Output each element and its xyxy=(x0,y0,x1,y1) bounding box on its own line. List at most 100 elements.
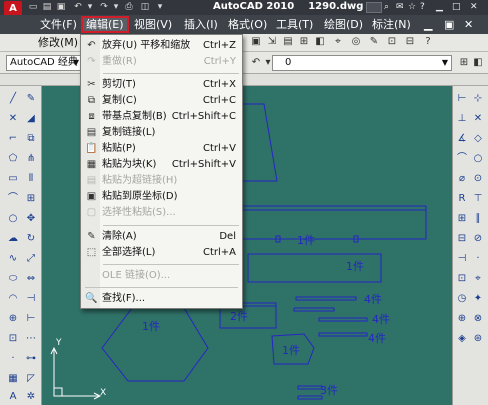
menu-file[interactable]: 文件(F) xyxy=(40,17,77,32)
dimension-icon[interactable]: ⌒ xyxy=(455,152,469,166)
toolbar-icon[interactable]: ▤ xyxy=(282,36,294,48)
menu-item-copy-link[interactable]: ▤ 复制链接(L) xyxy=(81,125,242,141)
redo-dropdown-icon[interactable]: ▾ xyxy=(112,1,120,13)
communication-icon[interactable]: ✉ xyxy=(396,1,404,13)
ellipse-arc-icon[interactable]: ◠ xyxy=(6,292,20,306)
menu-edit[interactable]: 编辑(E) xyxy=(81,16,129,33)
explode-icon[interactable]: ✲ xyxy=(24,390,38,404)
layer-states-icon[interactable]: ⊞ xyxy=(458,57,470,69)
undo-dropdown-icon[interactable]: ▾ xyxy=(86,1,94,13)
menu-item-copy-with-base-point[interactable]: ⧈ 带基点复制(B) Ctrl+Shift+C xyxy=(81,109,242,125)
menu-item-paste-as-hyperlink[interactable]: ▤ 粘贴为超链接(H) xyxy=(81,173,242,189)
menu-item-clear[interactable]: ✎ 清除(A) Del xyxy=(81,229,242,245)
menu-item-paste-as-block[interactable]: ▦ 粘贴为块(K) Ctrl+Shift+V xyxy=(81,157,242,173)
plot-icon[interactable]: ◫ xyxy=(140,1,150,13)
snap-icon[interactable]: · xyxy=(471,252,485,266)
print-icon[interactable]: ⎙ xyxy=(124,1,134,13)
menu-item-cut[interactable]: ✂ 剪切(T) Ctrl+X xyxy=(81,77,242,93)
break-icon[interactable]: ⋯ xyxy=(24,332,38,346)
menu-restore-icon[interactable]: ▣ xyxy=(444,17,454,32)
toolbar-icon[interactable]: ◎ xyxy=(350,36,362,48)
snap-icon[interactable]: ⊙ xyxy=(471,172,485,186)
revision-cloud-icon[interactable]: ☁ xyxy=(6,232,20,246)
toolbar-icon[interactable]: ⊞ xyxy=(298,36,310,48)
dimension-icon[interactable]: ∡ xyxy=(455,132,469,146)
help-icon[interactable]: ? xyxy=(420,1,425,13)
menu-item-find[interactable]: 🔍 查找(F)... xyxy=(81,291,242,307)
erase-icon[interactable]: ◢ xyxy=(24,112,38,126)
make-block-icon[interactable]: ⊡ xyxy=(6,332,20,346)
toolbar-icon[interactable]: ⊡ xyxy=(386,36,398,48)
layer-select[interactable]: 0 ▼ xyxy=(272,55,452,71)
hatch-icon[interactable]: ▦ xyxy=(6,372,20,386)
menu-format[interactable]: 格式(O) xyxy=(228,17,267,32)
toolbar-icon[interactable]: ⇲ xyxy=(266,36,278,48)
toolbar-icon[interactable]: ▣ xyxy=(250,36,262,48)
snap-icon[interactable]: ○ xyxy=(471,152,485,166)
menu-modify[interactable]: 修改(M) xyxy=(38,36,78,50)
dimension-icon[interactable]: ◷ xyxy=(455,292,469,306)
dimension-icon[interactable]: ⊟ xyxy=(455,232,469,246)
layer-previous-icon[interactable]: ◧ xyxy=(472,57,484,69)
menu-close-icon[interactable]: ✕ xyxy=(464,17,474,32)
maximize-icon[interactable]: □ xyxy=(452,1,461,13)
snap-icon[interactable]: ✕ xyxy=(471,112,485,126)
rotate-icon[interactable]: ↻ xyxy=(24,232,38,246)
redo-icon[interactable]: ↷ xyxy=(98,1,110,13)
close-icon[interactable]: ✕ xyxy=(470,1,478,13)
arc-icon[interactable]: ⌒ xyxy=(6,192,20,206)
undo-icon[interactable]: ↶ xyxy=(72,1,84,13)
chamfer-icon[interactable]: ◸ xyxy=(24,372,38,386)
snap-icon[interactable]: ⊹ xyxy=(471,92,485,106)
undo-icon[interactable]: ↶ xyxy=(250,57,262,69)
customize-quick-access-icon[interactable]: ▾ xyxy=(156,1,164,13)
menu-item-copy[interactable]: ⧉ 复制(C) Ctrl+C xyxy=(81,93,242,109)
ellipse-icon[interactable]: ⬭ xyxy=(6,272,20,286)
scale-icon[interactable]: ⤢ xyxy=(24,252,38,266)
insert-block-icon[interactable]: ⊕ xyxy=(6,312,20,326)
dimension-icon[interactable]: ⊥ xyxy=(455,112,469,126)
menu-minimize-icon[interactable]: ▁ xyxy=(424,17,434,32)
mirror-icon[interactable]: ⋔ xyxy=(24,152,38,166)
toolbar-icon[interactable]: ◧ xyxy=(314,36,326,48)
polyline-icon[interactable]: ⌐ xyxy=(6,132,20,146)
offset-icon[interactable]: ⫴ xyxy=(24,172,38,186)
menu-item-redo[interactable]: ↷ 重做(R) Ctrl+Y xyxy=(81,54,242,70)
minimize-icon[interactable]: ▁ xyxy=(436,1,443,13)
rectangle-icon[interactable]: ▭ xyxy=(6,172,20,186)
polygon-icon[interactable]: ⬠ xyxy=(6,152,20,166)
point-icon[interactable]: · xyxy=(6,352,20,366)
snap-icon[interactable]: ⊤ xyxy=(471,192,485,206)
search-icon[interactable]: ⌕ xyxy=(384,1,389,13)
toolbar-icon[interactable]: ⌖ xyxy=(332,36,344,48)
star-icon[interactable]: ☆ xyxy=(408,1,416,13)
toolbar-icon[interactable]: ⊟ xyxy=(404,36,416,48)
extend-icon[interactable]: ⊢ xyxy=(24,312,38,326)
toolbar-icon[interactable]: ? xyxy=(422,36,434,48)
spline-icon[interactable]: ∿ xyxy=(6,252,20,266)
menu-item-paste-to-original[interactable]: ▣ 粘贴到原坐标(D) xyxy=(81,189,242,205)
snap-icon[interactable]: ✦ xyxy=(471,292,485,306)
text-icon[interactable]: A xyxy=(6,390,20,404)
pencil-icon[interactable]: ✎ xyxy=(24,92,38,106)
dimension-icon[interactable]: ⌀ xyxy=(455,172,469,186)
snap-icon[interactable]: ⊘ xyxy=(471,232,485,246)
toolbar-icon[interactable]: ✎ xyxy=(368,36,380,48)
menu-view[interactable]: 视图(V) xyxy=(134,17,172,32)
menu-item-undo[interactable]: ↶ 放弃(U) 平移和缩放 Ctrl+Z xyxy=(81,38,242,54)
menu-item-select-all[interactable]: ⬚ 全部选择(L) Ctrl+A xyxy=(81,245,242,261)
menu-item-paste-special[interactable]: ▢ 选择性粘贴(S)... xyxy=(81,205,242,221)
search-box[interactable] xyxy=(366,2,382,13)
array-icon[interactable]: ⊞ xyxy=(24,192,38,206)
dimension-icon[interactable]: ⊣ xyxy=(455,252,469,266)
line-icon[interactable]: ╱ xyxy=(6,92,20,106)
open-file-icon[interactable]: ▤ xyxy=(42,1,52,13)
dimension-icon[interactable]: R xyxy=(455,192,469,206)
snap-icon[interactable]: ◇ xyxy=(471,132,485,146)
menu-insert[interactable]: 插入(I) xyxy=(184,17,218,32)
circle-icon[interactable]: ○ xyxy=(6,212,20,226)
snap-icon[interactable]: ⊛ xyxy=(471,332,485,346)
dimension-icon[interactable]: ⊞ xyxy=(455,212,469,226)
menu-dimension[interactable]: 标注(N) xyxy=(372,17,411,32)
workspace-select[interactable]: AutoCAD 经典 ▼ xyxy=(6,55,82,71)
